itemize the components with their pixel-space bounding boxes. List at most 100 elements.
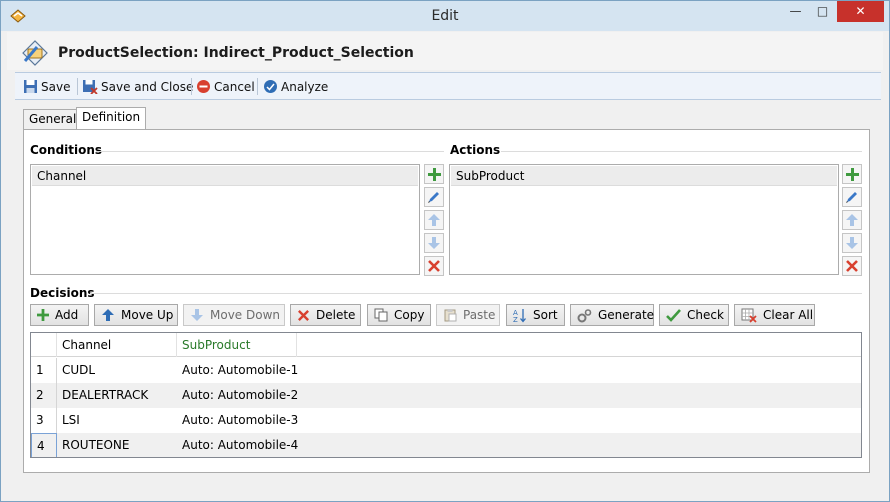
delete-x-icon: [428, 260, 440, 272]
delete-decision-button[interactable]: Delete: [290, 304, 361, 326]
title-bar: Edit — □ ✕: [1, 1, 889, 31]
conditions-heading: Conditions: [30, 143, 103, 157]
tab-definition[interactable]: Definition: [76, 107, 147, 129]
row-number: 3: [31, 408, 57, 433]
move-condition-up-button[interactable]: [424, 210, 444, 230]
move-up-button[interactable]: Move Up: [94, 304, 178, 326]
condition-item[interactable]: Channel: [32, 166, 418, 186]
conditions-list[interactable]: Channel: [30, 164, 420, 275]
cancel-label: Cancel: [214, 79, 255, 94]
action-item[interactable]: SubProduct: [451, 166, 837, 186]
paste-button[interactable]: Paste: [436, 304, 500, 326]
delete-condition-button[interactable]: [424, 256, 444, 276]
main-toolbar: Save Save and Close Cancel Analyze: [15, 72, 881, 100]
copy-button[interactable]: Copy: [367, 304, 431, 326]
grid-header: Channel SubProduct: [31, 333, 861, 357]
table-row[interactable]: 3 LSI Auto: Automobile-3: [31, 408, 861, 433]
save-and-close-button[interactable]: Save and Close: [82, 76, 193, 97]
analyze-button[interactable]: Analyze: [263, 76, 328, 97]
add-label: Add: [55, 308, 79, 322]
toolbar-divider: [77, 78, 78, 95]
save-and-close-label: Save and Close: [101, 79, 194, 94]
move-action-up-button[interactable]: [842, 210, 862, 230]
add-condition-button[interactable]: [424, 164, 444, 184]
table-row[interactable]: 4 ROUTEONE Auto: Automobile-4: [31, 433, 861, 457]
tab-general[interactable]: General: [23, 109, 83, 129]
clear-all-button[interactable]: Clear All: [734, 304, 815, 326]
decisions-grid: Channel SubProduct 1 CUDL Auto: Automobi…: [30, 332, 862, 458]
gears-icon: [577, 308, 592, 322]
generate-button[interactable]: Generate: [570, 304, 654, 326]
edit-window: Edit — □ ✕ ProductSelection: Indirect_Pr…: [0, 0, 890, 502]
move-condition-down-button[interactable]: [424, 233, 444, 253]
move-action-down-button[interactable]: [842, 233, 862, 253]
arrow-up-icon: [846, 214, 858, 226]
paste-label: Paste: [463, 308, 496, 322]
subproduct-cell[interactable]: Auto: Automobile-4: [177, 433, 327, 457]
minimize-button[interactable]: —: [782, 1, 809, 22]
checkmark-icon: [666, 308, 681, 322]
copy-icon: [374, 308, 388, 322]
section-divider: [501, 151, 862, 152]
save-button[interactable]: Save: [23, 76, 70, 97]
channel-cell[interactable]: ROUTEONE: [57, 433, 177, 457]
floppy-disk-close-icon: [83, 80, 98, 94]
sort-az-icon: A Z: [513, 308, 526, 323]
plus-icon: [37, 309, 49, 321]
toolbar-divider: [257, 78, 258, 95]
arrow-up-icon: [428, 214, 440, 226]
check-button[interactable]: Check: [659, 304, 729, 326]
cancel-button[interactable]: Cancel: [196, 76, 255, 97]
move-down-button[interactable]: Move Down: [183, 304, 285, 326]
copy-label: Copy: [394, 308, 425, 322]
column-header-subproduct[interactable]: SubProduct: [177, 333, 297, 357]
page-title: ProductSelection: Indirect_Product_Selec…: [58, 45, 414, 61]
table-row[interactable]: 1 CUDL Auto: Automobile-1: [31, 358, 861, 383]
maximize-button[interactable]: □: [809, 1, 836, 22]
delete-x-icon: [846, 260, 858, 272]
channel-cell[interactable]: DEALERTRACK: [57, 383, 177, 408]
editor-header: ProductSelection: Indirect_Product_Selec…: [7, 32, 883, 70]
section-divider: [90, 293, 862, 294]
edit-condition-button[interactable]: [424, 187, 444, 207]
plus-icon: [427, 167, 441, 181]
pencil-icon: [846, 192, 857, 203]
edit-action-button[interactable]: [842, 187, 862, 207]
arrow-down-icon: [846, 237, 858, 249]
table-row[interactable]: 2 DEALERTRACK Auto: Automobile-2: [31, 383, 861, 408]
subproduct-cell[interactable]: Auto: Automobile-2: [177, 383, 327, 408]
svg-text:Z: Z: [513, 316, 518, 323]
column-header-channel[interactable]: Channel: [57, 333, 177, 357]
check-label: Check: [687, 308, 724, 322]
subproduct-cell[interactable]: Auto: Automobile-3: [177, 408, 327, 433]
subproduct-cell[interactable]: Auto: Automobile-1: [177, 358, 327, 383]
move-down-label: Move Down: [210, 308, 280, 322]
window-title: Edit: [431, 8, 459, 24]
clear-all-label: Clear All: [763, 308, 814, 322]
sort-label: Sort: [533, 308, 558, 322]
move-up-label: Move Up: [121, 308, 174, 322]
generate-label: Generate: [598, 308, 655, 322]
actions-list[interactable]: SubProduct: [449, 164, 839, 275]
sort-button[interactable]: A Z Sort: [506, 304, 565, 326]
plus-icon: [845, 167, 859, 181]
row-number: 1: [31, 358, 57, 383]
row-header-corner: [31, 333, 57, 357]
arrow-down-icon: [191, 309, 203, 321]
delete-label: Delete: [316, 308, 356, 322]
pencil-icon: [428, 192, 439, 203]
row-number: 2: [31, 383, 57, 408]
channel-cell[interactable]: LSI: [57, 408, 177, 433]
floppy-disk-icon: [24, 80, 37, 93]
decisions-heading: Decisions: [30, 286, 95, 300]
add-decision-button[interactable]: Add: [30, 304, 89, 326]
toolbar-divider: [191, 78, 192, 95]
paste-icon: [444, 309, 457, 322]
add-action-button[interactable]: [842, 164, 862, 184]
section-divider: [96, 151, 444, 152]
clear-grid-icon: [741, 308, 757, 323]
delete-action-button[interactable]: [842, 256, 862, 276]
arrow-down-icon: [428, 237, 440, 249]
close-button[interactable]: ✕: [837, 1, 884, 22]
channel-cell[interactable]: CUDL: [57, 358, 177, 383]
